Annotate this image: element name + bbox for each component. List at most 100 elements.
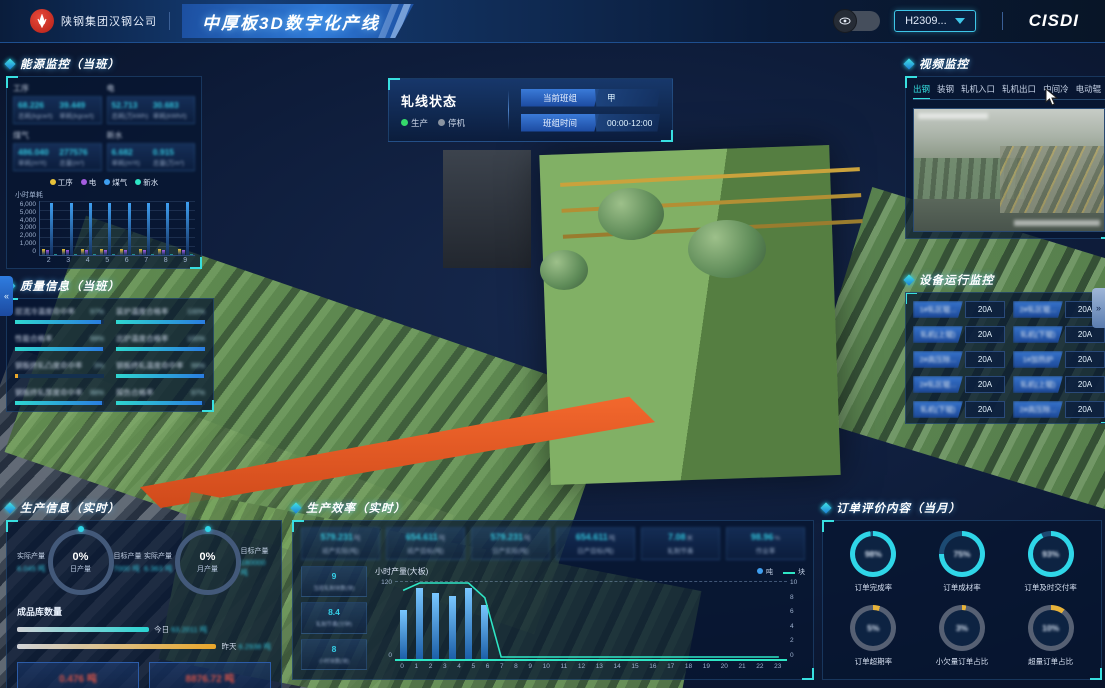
- stock-bar-label: 昨天: [221, 641, 236, 652]
- warehouse-value: 8876.72 吨: [150, 670, 270, 685]
- production-gauges: 实际产量6.045 吨0%日产量目标产量7000 吨实际产量6.363 吨0%月…: [17, 529, 271, 595]
- equipment-item: 1#加热炉20A: [1013, 351, 1105, 368]
- equipment-item: 轧机(下辊)20A: [913, 401, 1005, 418]
- diamond-icon: [4, 502, 15, 513]
- actual-output: 实际产量6.363 吨: [144, 529, 175, 595]
- quality-item-label: 层流冷温度命中率: [15, 306, 75, 317]
- donut-percent: 98%: [865, 549, 882, 559]
- y-tick: 4: [790, 623, 805, 630]
- stock-bar-row: 昨天6.2938 吨: [17, 641, 271, 652]
- energy-chart-ylabel: 小时单耗: [15, 190, 195, 200]
- equipment-item-label[interactable]: 轧机(下辊): [913, 401, 963, 418]
- equipment-item-label[interactable]: 2#轧区辊...: [1013, 301, 1063, 318]
- energy-bar: [186, 202, 189, 255]
- energy-bar: [50, 203, 53, 255]
- efficiency-card-unit: 吨: [609, 535, 616, 542]
- equipment-item-label[interactable]: 轧机(上辊): [1013, 376, 1063, 393]
- quality-item-label: 钢板终轧凸度命中率: [15, 360, 83, 371]
- video-tab-轧机出口[interactable]: 轧机出口: [1002, 83, 1036, 95]
- right-collapse-tab[interactable]: »: [1092, 288, 1105, 328]
- x-tick: 7: [144, 257, 148, 264]
- equipment-item-label[interactable]: 1#加热炉: [1013, 351, 1063, 368]
- quality-progress-track: [116, 401, 205, 405]
- x-tick: 18: [685, 663, 692, 670]
- video-tab-装钢[interactable]: 装钢: [937, 83, 954, 95]
- warehouse-button-板坯库[interactable]: 8876.72 吨板坯库: [149, 662, 271, 688]
- efficiency-card-value: 7.08米: [644, 532, 717, 542]
- y-tick: 8: [790, 594, 805, 601]
- energy-chart-plot: [39, 201, 195, 256]
- equipment-item: 轧机(下辊)20A: [1013, 326, 1105, 343]
- donut-percent: 75%: [953, 549, 970, 559]
- x-tick: 3: [66, 257, 70, 264]
- energy-bar: [162, 250, 165, 255]
- video-tab-电动辊[interactable]: 电动辊: [1076, 83, 1102, 95]
- x-tick: 5: [471, 663, 475, 670]
- hourly-chart-xaxis: 01234567891011121314151617181920212223: [395, 663, 787, 670]
- energy-bar: [74, 254, 77, 255]
- visibility-toggle[interactable]: [834, 11, 880, 31]
- quality-progress-track: [15, 401, 104, 405]
- line-status-legend: 生产停机: [401, 117, 496, 129]
- equipment-item-label[interactable]: 1#轧区辊...: [913, 301, 963, 318]
- quality-item-percent: 97%: [90, 309, 104, 316]
- x-tick: 6: [486, 663, 490, 670]
- target-output-label: 目标产量: [241, 546, 272, 556]
- equipment-item-label[interactable]: 轧机(下辊): [1013, 326, 1063, 343]
- donut-label: 订单成材率: [943, 582, 981, 593]
- donut-ring: 93%: [1028, 531, 1074, 577]
- video-tab-出钢[interactable]: 出钢: [913, 83, 930, 95]
- line-status-label: 当前班组: [521, 89, 599, 107]
- donut-label: 订单完成率: [855, 582, 893, 593]
- video-tab-轧机入口[interactable]: 轧机入口: [961, 83, 995, 95]
- warehouse-button-成品库[interactable]: 0.476 吨成品库: [17, 662, 139, 688]
- energy-stat-value: 0.915总量(万m³): [153, 147, 190, 167]
- equipment-item-label[interactable]: 2#轧区辊...: [913, 376, 963, 393]
- efficiency-card: 579.231吨日产实际(吨): [471, 527, 550, 560]
- video-tabs: 出钢装钢轧机入口轧机出口中间冷电动辊: [913, 83, 1105, 100]
- header-divider: [1002, 12, 1003, 30]
- orders-title: 订单评价内容（当月）: [836, 500, 961, 516]
- gauge-label: 日产量: [70, 564, 91, 574]
- status-dot-icon: [401, 119, 408, 126]
- quality-progress-track: [15, 320, 104, 324]
- diamond-icon: [903, 58, 914, 69]
- energy-stat-value: 6.682单耗(m³/t): [112, 147, 149, 167]
- equipment-title: 设备运行监控: [919, 272, 994, 288]
- order-select-dropdown[interactable]: H2309...: [894, 10, 976, 32]
- efficiency-cards: 579.231吨班产实际(吨)654.611吨班产目标(吨)579.231吨日产…: [301, 527, 805, 560]
- gauge-percent: 0%: [73, 551, 89, 563]
- x-tick: 17: [667, 663, 674, 670]
- energy-value: 39.449: [59, 100, 96, 110]
- donut-label: 订单及时交付率: [1024, 582, 1077, 593]
- energy-stat-values: 6.682单耗(m³/t)0.915总量(万m³): [107, 143, 196, 171]
- efficiency-card-label: 轧制节奏: [644, 545, 717, 555]
- stock-bar-label: 今日: [154, 624, 169, 635]
- equipment-item-label[interactable]: 2#高压除...: [913, 351, 963, 368]
- donut-percent: 10%: [1042, 623, 1059, 633]
- y-tick: 0: [13, 248, 36, 255]
- x-tick: 0: [400, 663, 404, 670]
- x-tick: 23: [774, 663, 781, 670]
- energy-value: 68.226: [18, 100, 55, 110]
- equipment-item-value: 20A: [965, 376, 1005, 393]
- x-tick: 10: [543, 663, 550, 670]
- quality-item-percent: 100%: [187, 336, 205, 343]
- efficiency-side-cards: 9当班轧制块数(块)8.4轧制节奏(分钟)8小时块数(块): [301, 566, 367, 670]
- equipment-item-label[interactable]: 轧机(上辊): [913, 326, 963, 343]
- y-tick: 4,000: [13, 217, 36, 224]
- equipment-item-label[interactable]: 2#高压除...: [1013, 401, 1063, 418]
- efficiency-card-label: 日产目标(吨): [559, 545, 632, 555]
- donut-ring: 98%: [850, 531, 896, 577]
- actual-output-label: 实际产量: [144, 551, 175, 561]
- actual-output: 实际产量6.045 吨: [17, 529, 48, 595]
- energy-unit: 单耗(kWh/t): [153, 110, 190, 120]
- left-collapse-tab[interactable]: «: [0, 276, 13, 316]
- line-legend-icon: [783, 572, 795, 574]
- line-status-title: 轧线状态: [401, 91, 496, 110]
- quality-item-percent: 3%: [94, 363, 104, 370]
- quality-item: 钢板终轧厚度命中率98%: [15, 387, 104, 405]
- energy-stat-name: 煤气: [13, 130, 102, 141]
- camera-feed[interactable]: [913, 108, 1105, 232]
- energy-stat-values: 486.040单耗(m³/t)277576总量(m³): [13, 143, 102, 171]
